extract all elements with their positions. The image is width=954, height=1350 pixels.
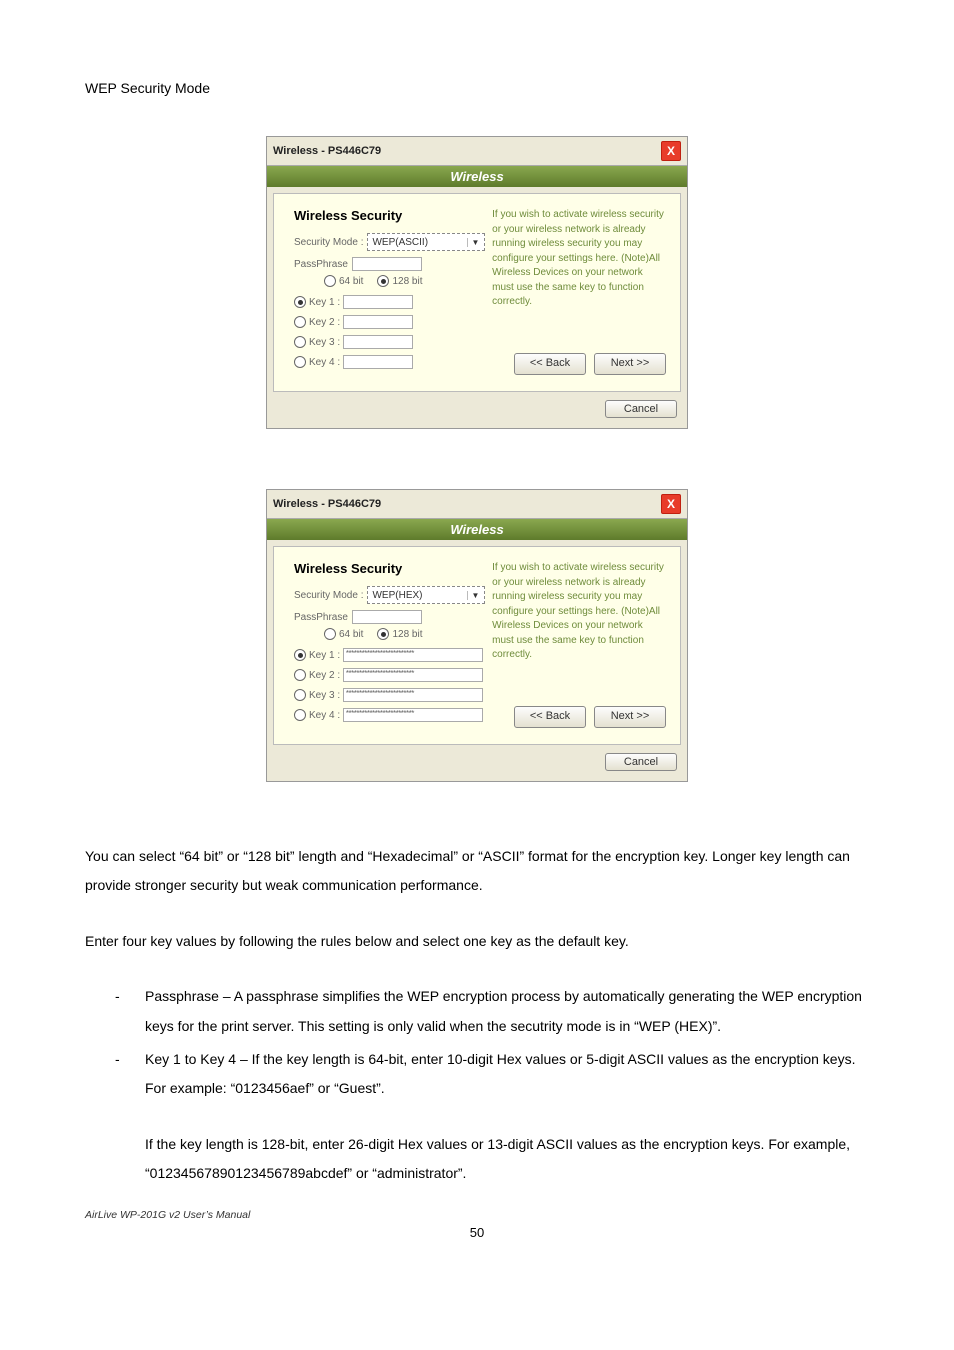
key4-value: ************************** xyxy=(346,709,414,718)
key1-input[interactable]: ************************** xyxy=(343,648,483,662)
security-mode-value: WEP(HEX) xyxy=(372,590,422,601)
wireless-dialog-ascii: Wireless - PS446C79 X Wireless Wireless … xyxy=(266,136,688,429)
passphrase-input[interactable] xyxy=(352,610,422,624)
radio-128bit[interactable] xyxy=(377,628,389,640)
help-text: If you wish to activate wireless securit… xyxy=(492,561,666,663)
radio-key3[interactable] xyxy=(294,689,306,701)
cancel-button[interactable]: Cancel xyxy=(605,753,677,771)
key3-label: Key 3 : xyxy=(309,337,340,348)
label-128bit: 128 bit xyxy=(392,276,422,287)
wizard-banner: Wireless xyxy=(267,165,687,187)
next-button[interactable]: Next >> xyxy=(594,353,666,375)
key2-input[interactable]: ************************** xyxy=(343,668,483,682)
radio-64bit[interactable] xyxy=(324,628,336,640)
security-mode-label: Security Mode : xyxy=(294,590,363,601)
key4-input[interactable]: ************************** xyxy=(343,708,483,722)
close-icon[interactable]: X xyxy=(661,494,681,514)
security-mode-value: WEP(ASCII) xyxy=(372,237,428,248)
passphrase-label: PassPhrase xyxy=(294,612,348,623)
radio-key2[interactable] xyxy=(294,669,306,681)
next-button[interactable]: Next >> xyxy=(594,706,666,728)
passphrase-label: PassPhrase xyxy=(294,259,348,270)
key2-value: ************************** xyxy=(346,669,414,678)
wireless-dialog-hex: Wireless - PS446C79 X Wireless Wireless … xyxy=(266,489,688,782)
window-title: Wireless - PS446C79 xyxy=(273,145,381,157)
radio-64bit[interactable] xyxy=(324,275,336,287)
key3-input[interactable] xyxy=(343,335,413,349)
section-title: WEP Security Mode xyxy=(85,80,869,96)
label-64bit: 64 bit xyxy=(339,629,363,640)
radio-key1[interactable] xyxy=(294,296,306,308)
chevron-down-icon: ▼ xyxy=(467,238,482,247)
window-title: Wireless - PS446C79 xyxy=(273,498,381,510)
key1-value: ************************** xyxy=(346,649,414,658)
radio-key4[interactable] xyxy=(294,356,306,368)
help-text: If you wish to activate wireless securit… xyxy=(492,208,666,310)
key2-label: Key 2 : xyxy=(309,670,340,681)
key3-input[interactable]: ************************** xyxy=(343,688,483,702)
paragraph-2: Enter four key values by following the r… xyxy=(85,927,869,956)
security-mode-select[interactable]: WEP(ASCII) ▼ xyxy=(367,233,485,251)
bullet-keys: Key 1 to Key 4 – If the key length is 64… xyxy=(115,1045,869,1104)
bullet-passphrase: Passphrase – A passphrase simplifies the… xyxy=(115,982,869,1041)
radio-128bit[interactable] xyxy=(377,275,389,287)
key4-label: Key 4 : xyxy=(309,710,340,721)
key1-label: Key 1 : xyxy=(309,650,340,661)
label-128bit: 128 bit xyxy=(392,629,422,640)
key1-label: Key 1 : xyxy=(309,297,340,308)
security-mode-label: Security Mode : xyxy=(294,237,363,248)
close-icon[interactable]: X xyxy=(661,141,681,161)
key3-label: Key 3 : xyxy=(309,690,340,701)
page-number: 50 xyxy=(85,1225,869,1240)
wizard-banner: Wireless xyxy=(267,518,687,540)
paragraph-1: You can select “64 bit” or “128 bit” len… xyxy=(85,842,869,901)
radio-key3[interactable] xyxy=(294,336,306,348)
radio-key2[interactable] xyxy=(294,316,306,328)
footer-note: AirLive WP-201G v2 User’s Manual xyxy=(85,1209,869,1221)
back-button[interactable]: << Back xyxy=(514,706,586,728)
key4-label: Key 4 : xyxy=(309,357,340,368)
key3-value: ************************** xyxy=(346,689,414,698)
content-heading: Wireless Security xyxy=(294,561,486,576)
chevron-down-icon: ▼ xyxy=(467,591,482,600)
passphrase-input[interactable] xyxy=(352,257,422,271)
paragraph-3: If the key length is 128-bit, enter 26-d… xyxy=(85,1130,869,1189)
content-heading: Wireless Security xyxy=(294,208,486,223)
key1-input[interactable] xyxy=(343,295,413,309)
key4-input[interactable] xyxy=(343,355,413,369)
key2-label: Key 2 : xyxy=(309,317,340,328)
radio-key4[interactable] xyxy=(294,709,306,721)
radio-key1[interactable] xyxy=(294,649,306,661)
back-button[interactable]: << Back xyxy=(514,353,586,375)
key2-input[interactable] xyxy=(343,315,413,329)
security-mode-select[interactable]: WEP(HEX) ▼ xyxy=(367,586,485,604)
cancel-button[interactable]: Cancel xyxy=(605,400,677,418)
label-64bit: 64 bit xyxy=(339,276,363,287)
